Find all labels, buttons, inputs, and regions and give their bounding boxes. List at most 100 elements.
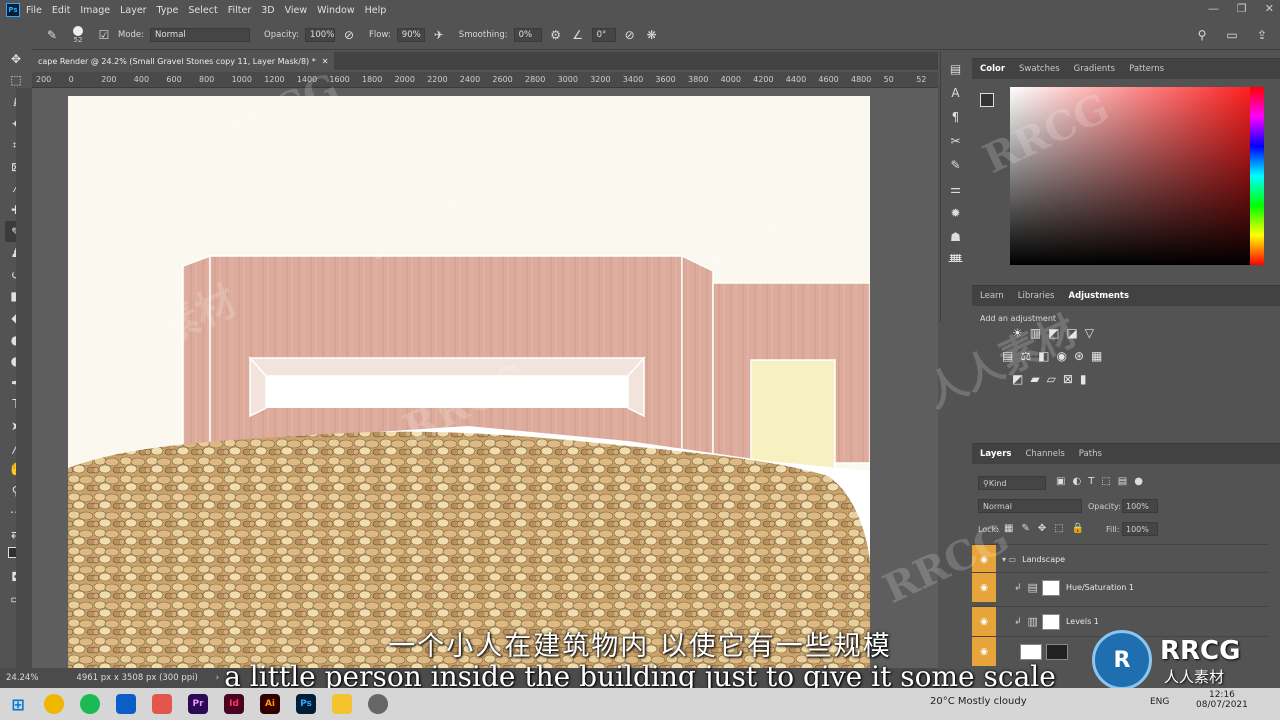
airbrush-icon[interactable]: ✈ — [431, 27, 447, 43]
menu-window[interactable]: Window — [317, 5, 354, 16]
menu-layer[interactable]: Layer — [120, 5, 147, 16]
posterize-icon[interactable]: ▰ — [1030, 372, 1039, 386]
tool-presets-icon[interactable]: ✂ — [947, 132, 965, 150]
menu-filter[interactable]: Filter — [228, 5, 252, 16]
lock-transparent-icon[interactable]: ▦ — [1004, 523, 1013, 534]
exposure-icon[interactable]: ◪ — [1066, 326, 1077, 340]
foreground-color-chip[interactable] — [980, 93, 994, 107]
tab-adjustments[interactable]: Adjustments — [1068, 291, 1129, 301]
premiere-icon[interactable]: Pr — [188, 694, 208, 714]
restore-icon[interactable]: ❐ — [1237, 2, 1247, 15]
lock-all-icon[interactable]: 🔒 — [1072, 523, 1084, 534]
menu-3d[interactable]: 3D — [261, 5, 274, 16]
weather-widget[interactable]: 20°C Mostly cloudy — [930, 696, 1027, 707]
close-icon[interactable]: ✕ — [1265, 2, 1274, 15]
filter-pixel-icon[interactable]: ▣ — [1056, 476, 1065, 487]
brush-tool-preset-icon[interactable]: ✎ — [44, 27, 60, 43]
curves-icon[interactable]: ◩ — [1048, 326, 1059, 340]
layer-row-landscape[interactable]: ◉ ▾ ▭ Landscape — [972, 544, 1268, 574]
invert-icon[interactable]: ◩ — [1012, 372, 1023, 386]
brightness-contrast-icon[interactable]: ☀ — [1012, 326, 1023, 340]
close-tab-icon[interactable]: ✕ — [322, 57, 329, 66]
actions-icon[interactable]: ✹ — [947, 204, 965, 222]
levels-icon[interactable]: ▥ — [1030, 326, 1041, 340]
hue-slider[interactable] — [1250, 87, 1264, 265]
angle-field[interactable]: 0° — [591, 27, 616, 42]
flow-field[interactable]: 90% — [396, 27, 425, 42]
spotify-icon[interactable] — [80, 694, 100, 714]
document-tab[interactable]: cape Render @ 24.2% (Small Gravel Stones… — [32, 52, 335, 70]
layer-row-hue-saturation[interactable]: ◉ ↲ ▤ Hue/Saturation 1 — [972, 572, 1268, 602]
pressure-opacity-icon[interactable]: ⊘ — [341, 27, 357, 43]
canvas-area[interactable] — [32, 88, 938, 668]
tab-patterns[interactable]: Patterns — [1129, 64, 1164, 74]
properties-icon[interactable]: ⚌ — [947, 180, 965, 198]
visibility-eye-icon[interactable]: ◉ — [972, 545, 996, 574]
visibility-eye-icon[interactable]: ◉ — [972, 573, 996, 602]
hue-saturation-icon[interactable]: ▤ — [1002, 349, 1013, 363]
layer-mask-thumbnail[interactable] — [1041, 579, 1060, 596]
document-canvas[interactable] — [68, 96, 870, 668]
paragraph-icon[interactable]: ¶ — [947, 108, 965, 126]
gear-icon[interactable]: ⚙ — [548, 27, 564, 43]
menu-image[interactable]: Image — [80, 5, 110, 16]
lock-position-icon[interactable]: ✥ — [1038, 523, 1046, 534]
layer-opacity-field[interactable]: 100% — [1122, 499, 1158, 513]
selective-color-icon[interactable]: ⊠ — [1063, 372, 1073, 386]
search-icon[interactable]: ⚲ — [1194, 27, 1210, 43]
fill-field[interactable]: 100% — [1122, 522, 1158, 536]
libraries-icon[interactable]: ☗ — [947, 228, 965, 246]
tab-learn[interactable]: Learn — [980, 291, 1004, 301]
acrobat-icon[interactable] — [152, 694, 172, 714]
color-balance-icon[interactable]: ⚖ — [1020, 349, 1031, 363]
obs-icon[interactable] — [368, 694, 388, 714]
menu-type[interactable]: Type — [157, 5, 179, 16]
tab-channels[interactable]: Channels — [1025, 449, 1064, 459]
color-picker-field[interactable] — [1010, 87, 1250, 265]
menu-edit[interactable]: Edit — [52, 5, 70, 16]
tab-swatches[interactable]: Swatches — [1019, 64, 1060, 74]
blend-mode-select[interactable]: Normal — [978, 499, 1082, 513]
symmetry-icon[interactable]: ❋ — [644, 27, 660, 43]
brush-size-picker[interactable]: 52 — [66, 25, 90, 44]
illustrator-icon[interactable]: Ai — [260, 694, 280, 714]
windows-start-icon[interactable]: ⊞ — [8, 694, 28, 714]
threshold-icon[interactable]: ▱ — [1047, 372, 1056, 386]
filter-adjustment-icon[interactable]: ◐ — [1072, 476, 1081, 487]
photoshop-taskbar-icon[interactable]: Ps — [296, 694, 316, 714]
lock-image-icon[interactable]: ✎ — [1021, 523, 1029, 534]
clock[interactable]: 12:16 08/07/2021 — [1196, 690, 1248, 710]
gradient-map-icon[interactable]: ▮ — [1080, 372, 1087, 386]
tab-color[interactable]: Color — [980, 64, 1005, 74]
menu-file[interactable]: File — [26, 5, 42, 16]
menu-view[interactable]: View — [285, 5, 308, 16]
move-tool-icon[interactable]: ✥ — [5, 48, 27, 70]
pressure-size-icon[interactable]: ⊘ — [622, 27, 638, 43]
filter-shape-icon[interactable]: ⬚ — [1101, 476, 1110, 487]
smoothing-field[interactable]: 0% — [513, 27, 542, 42]
chrome-icon[interactable] — [44, 694, 64, 714]
filter-type-icon[interactable]: T — [1088, 476, 1094, 487]
mode-select[interactable]: Normal — [150, 27, 251, 42]
styles-icon[interactable]: ᚙ — [947, 252, 965, 270]
opacity-field[interactable]: 100% — [304, 27, 335, 42]
tab-layers[interactable]: Layers — [980, 449, 1011, 459]
minimize-icon[interactable]: — — [1208, 2, 1219, 15]
photo-filter-icon[interactable]: ◉ — [1056, 349, 1066, 363]
tab-libraries[interactable]: Libraries — [1018, 291, 1055, 301]
outlook-icon[interactable] — [116, 694, 136, 714]
brush-settings-icon[interactable]: ☑ — [96, 27, 112, 43]
vibrance-icon[interactable]: ▽ — [1085, 326, 1094, 340]
menu-help[interactable]: Help — [365, 5, 387, 16]
kind-filter-select[interactable]: ⚲ Kind — [978, 476, 1046, 490]
brushes-icon[interactable]: ✎ — [947, 156, 965, 174]
channel-mixer-icon[interactable]: ⊛ — [1074, 349, 1084, 363]
tab-gradients[interactable]: Gradients — [1074, 64, 1115, 74]
filter-toggle-icon[interactable]: ● — [1134, 476, 1143, 487]
photoshop-logo-icon[interactable]: Ps — [6, 3, 20, 17]
history-icon[interactable]: ▤ — [947, 60, 965, 78]
black-white-icon[interactable]: ◧ — [1038, 349, 1049, 363]
share-icon[interactable]: ⇪ — [1254, 27, 1270, 43]
color-lookup-icon[interactable]: ▦ — [1091, 349, 1102, 363]
character-icon[interactable]: A — [947, 84, 965, 102]
